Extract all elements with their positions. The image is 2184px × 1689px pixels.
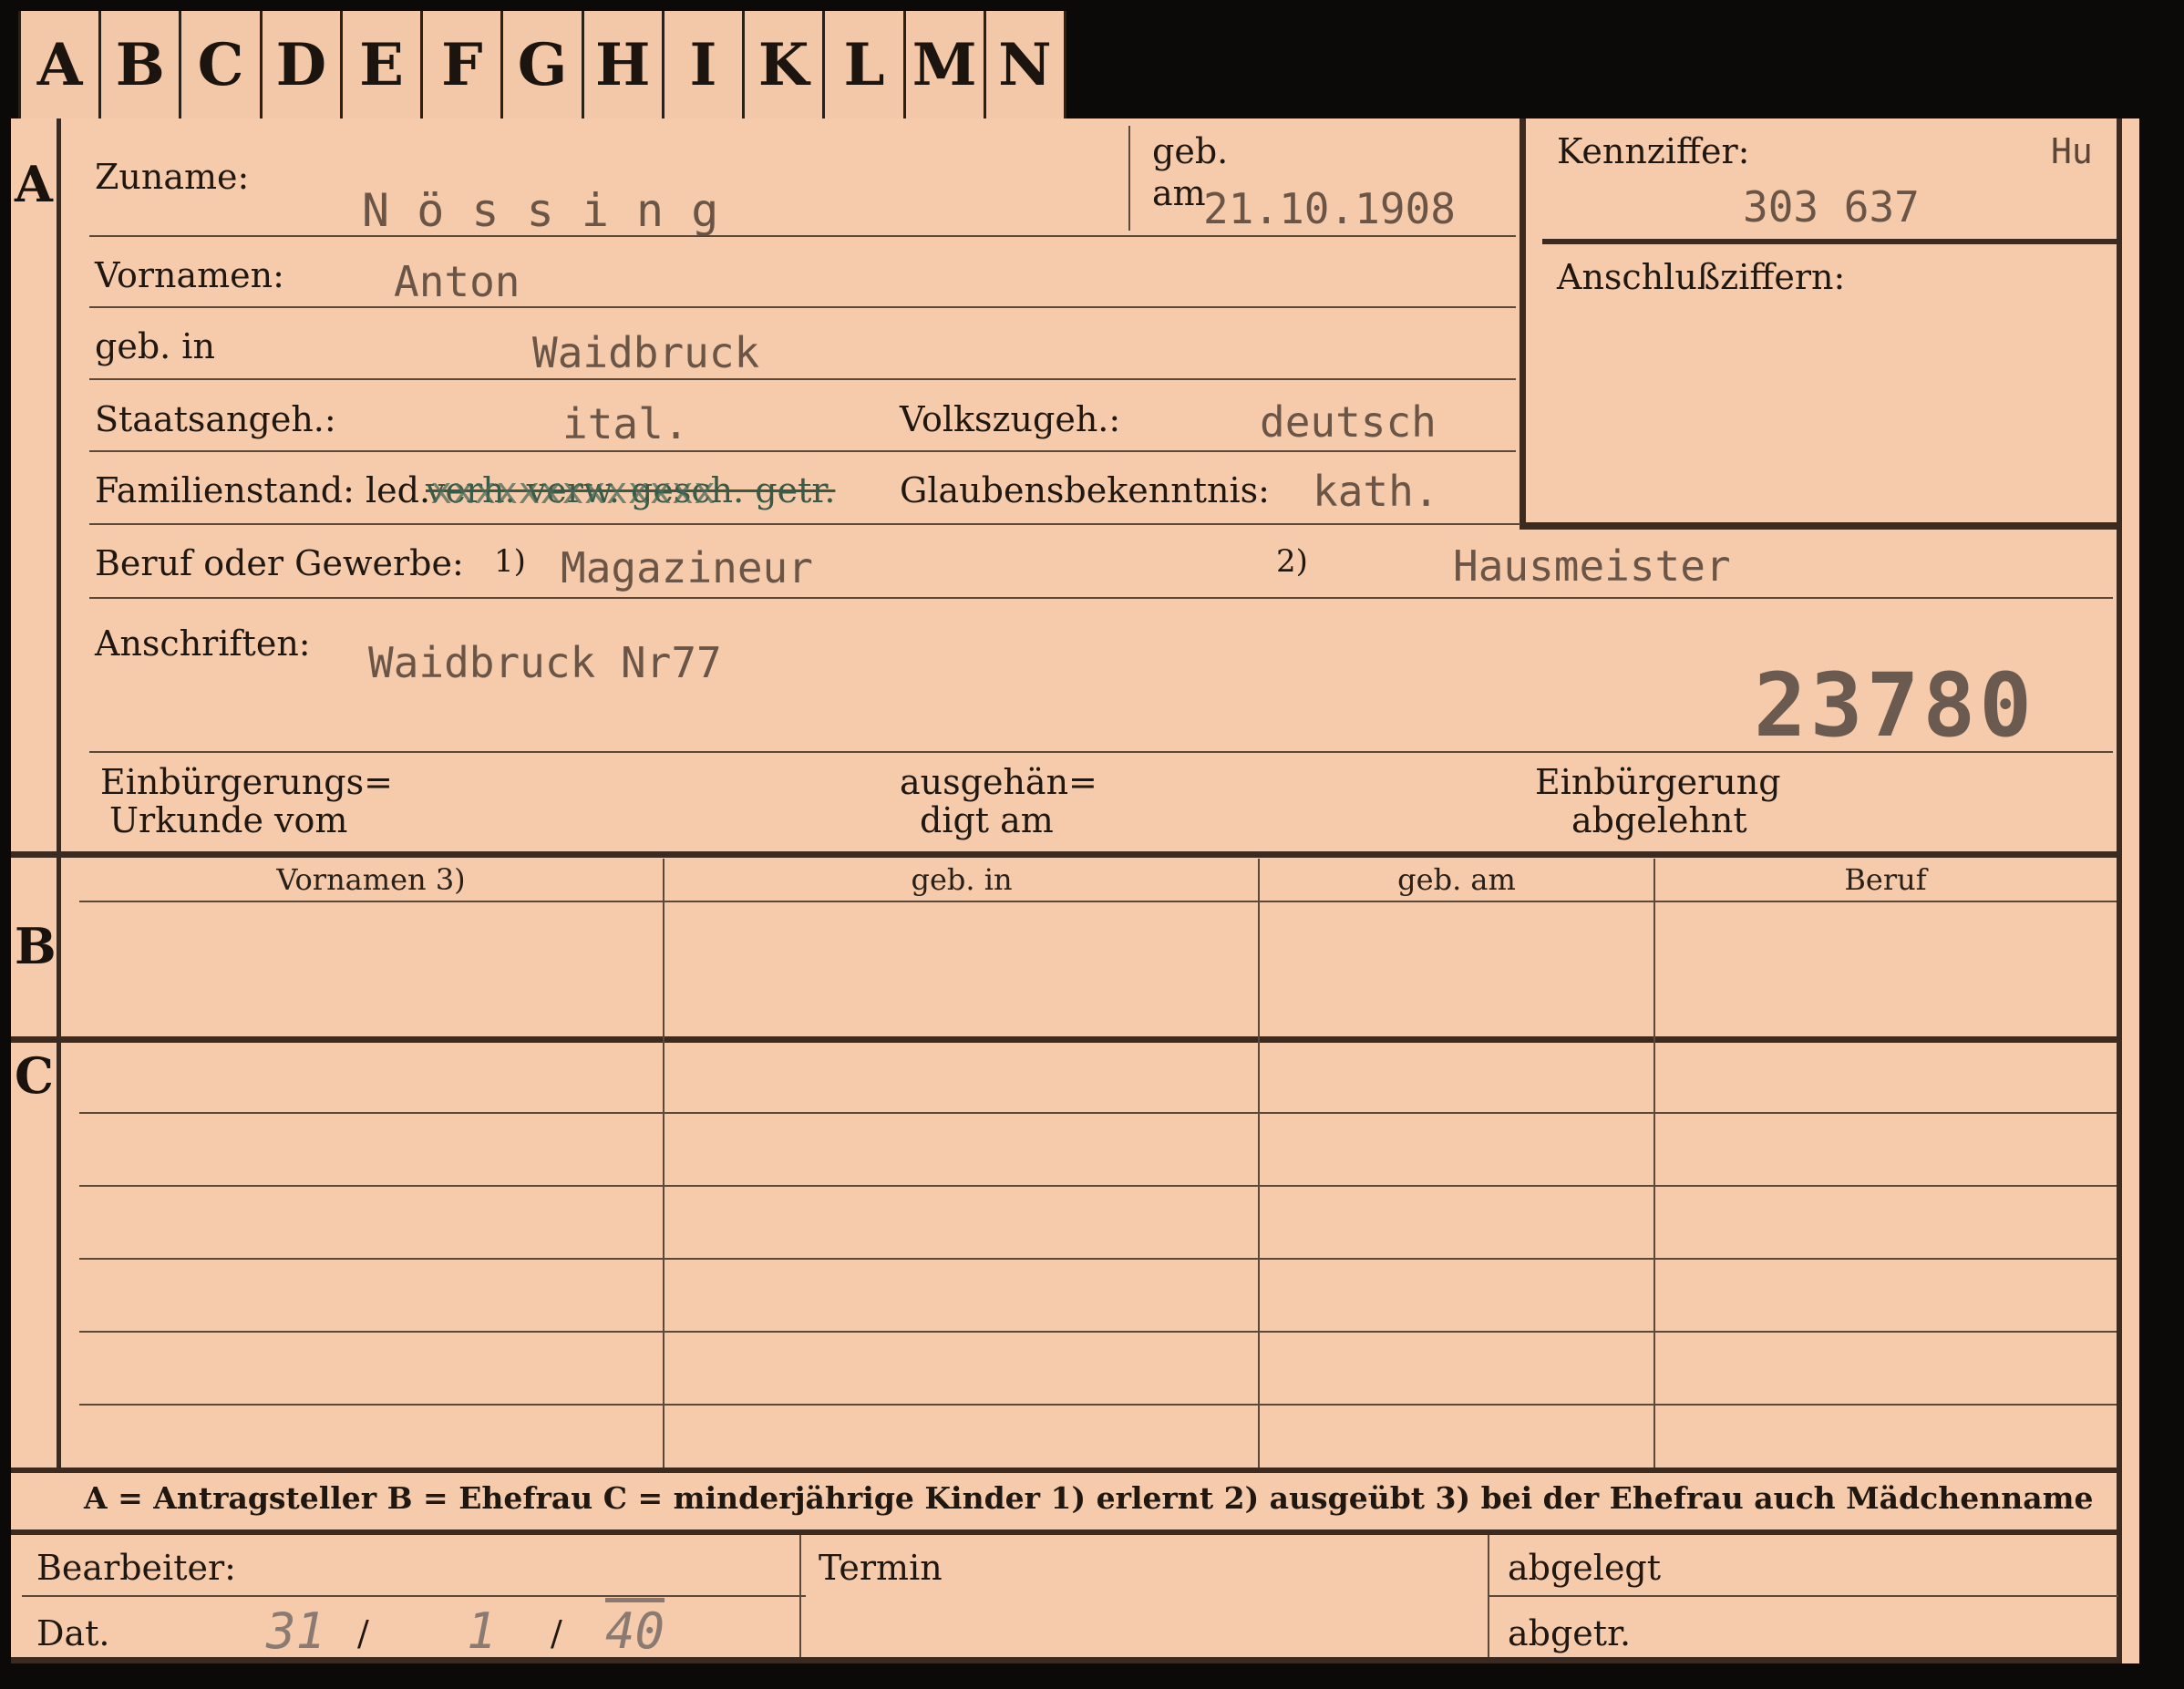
geb-am-label-1: geb. (1152, 131, 1229, 171)
einbuergerungsurkunde-label-1: Einbürgerungs= (100, 762, 393, 802)
dat-label: Dat. (36, 1613, 110, 1653)
ausgehaendigt-label-1: ausgehän= (900, 762, 1097, 802)
row-rule (89, 306, 1516, 308)
column-divider (663, 859, 664, 1468)
alphabet-tab-k[interactable]: K (745, 11, 826, 118)
legend-top-rule (11, 1468, 2122, 1473)
row-rule (89, 523, 1520, 525)
header-rule (79, 901, 2117, 902)
section-b-marker: B (15, 917, 57, 975)
familienstand-overtype: xxxxxxxxxxxxx (430, 470, 716, 512)
col-vornamen-header: Vornamen 3) (276, 862, 466, 897)
column-divider (1653, 859, 1655, 1468)
anschlussziffern-label: Anschlußziffern: (1557, 257, 1846, 297)
alphabet-tab-a[interactable]: A (18, 11, 102, 118)
kennziffer-box-left (1520, 118, 1526, 529)
kennziffer-separator (1542, 239, 2117, 244)
alphabet-tab-strip: ABCDEFGHIKLMN (18, 11, 1067, 118)
bottom-border (11, 1657, 2122, 1663)
col-geb-am-header: geb. am (1397, 862, 1516, 897)
alphabet-tab-n[interactable]: N (986, 11, 1067, 118)
row-rule (89, 450, 1516, 452)
table-row-rule (79, 1258, 2117, 1260)
section-b-top-rule (11, 851, 2122, 858)
row-rule (89, 751, 2113, 753)
vornamen-value: Anton (394, 257, 520, 306)
volkszugeh-label: Volkszugeh.: (900, 399, 1121, 439)
alphabet-tab-m[interactable]: M (906, 11, 986, 118)
anschriften-label: Anschriften: (95, 623, 311, 664)
einbuergerungsurkunde-label-2: Urkunde vom (109, 800, 348, 840)
alphabet-tab-l[interactable]: L (825, 11, 906, 118)
legend-text: A = Antragsteller B = Ehefrau C = minder… (84, 1480, 2094, 1516)
section-a-marker: A (15, 155, 53, 213)
table-row-rule (79, 1404, 2117, 1406)
section-c-marker: C (15, 1046, 54, 1105)
zuname-value: N ö s s i n g (362, 184, 719, 237)
table-row-rule (79, 1185, 2117, 1187)
beruf-footnote-1: 1) (494, 543, 526, 580)
alphabet-tab-f[interactable]: F (423, 11, 504, 118)
abgelegt-label: abgelegt (1508, 1548, 1662, 1588)
alphabet-tab-h[interactable]: H (584, 11, 664, 118)
vornamen-label: Vornamen: (95, 255, 284, 295)
beruf-label: Beruf oder Gewerbe: (95, 543, 464, 583)
footer-rule (22, 1595, 806, 1597)
einbuergerung-abgelehnt-label-1: Einbürgerung (1535, 762, 1781, 802)
ausgehaendigt-label-2: digt am (920, 800, 1054, 840)
footer-divider (799, 1535, 801, 1657)
beruf-footnote-2: 2) (1276, 543, 1308, 580)
col-geb-in-header: geb. in (911, 862, 1013, 897)
dat-day: 31 (266, 1602, 326, 1660)
geb-am-divider (1128, 126, 1130, 231)
column-divider (1258, 859, 1260, 1468)
dat-month: 1 (467, 1602, 497, 1660)
staatsangeh-value: ital. (562, 399, 689, 448)
col-beruf-header: Beruf (1844, 862, 1927, 897)
alphabet-tab-c[interactable]: C (181, 11, 263, 118)
glaubensbekenntnis-value: kath. (1313, 467, 1439, 516)
bearbeiter-label: Bearbeiter: (36, 1548, 236, 1588)
dat-year: 40 (605, 1602, 665, 1660)
table-row-rule (79, 1331, 2117, 1333)
dat-separator-1: / (357, 1613, 369, 1653)
right-border (2117, 118, 2122, 1663)
termin-label: Termin (819, 1548, 943, 1588)
footer-rule (1489, 1595, 2118, 1597)
abgetr-label: abgetr. (1508, 1613, 1632, 1653)
glaubensbekenntnis-label: Glaubensbekenntnis: (900, 470, 1270, 510)
zuname-label: Zuname: (95, 157, 250, 197)
section-c-top-rule (11, 1036, 2122, 1043)
kennziffer-value: 303 637 (1743, 182, 1920, 232)
registration-card: A Zuname: N ö s s i n g geb. am 21.10.19… (11, 118, 2139, 1663)
alphabet-tab-i[interactable]: I (664, 11, 746, 118)
kennziffer-label: Kennziffer: (1557, 131, 1750, 171)
staatsangeh-label: Staatsangeh.: (95, 399, 336, 439)
kennziffer-box-bottom (1520, 522, 2121, 530)
geb-am-label-2: am (1152, 173, 1206, 213)
familienstand-label: Familienstand: led. (95, 470, 431, 510)
left-margin-rule (57, 118, 61, 1468)
row-rule (89, 378, 1516, 380)
einbuergerung-abgelehnt-label-2: abgelehnt (1571, 800, 1747, 840)
alphabet-tab-e[interactable]: E (343, 11, 424, 118)
geb-in-label: geb. in (95, 326, 215, 366)
anschriften-value: Waidbruck Nr77 (368, 638, 722, 687)
beruf-value-1: Magazineur (561, 543, 813, 592)
geb-in-value: Waidbruck (532, 328, 760, 377)
legend-bottom-rule (11, 1529, 2122, 1535)
alphabet-tab-d[interactable]: D (263, 11, 343, 118)
alphabet-tab-b[interactable]: B (101, 11, 182, 118)
alphabet-tab-g[interactable]: G (503, 11, 584, 118)
volkszugeh-value: deutsch (1260, 397, 1437, 447)
row-rule (89, 235, 1516, 237)
table-row-rule (79, 1112, 2117, 1114)
geb-am-value: 21.10.1908 (1203, 184, 1456, 233)
beruf-value-2: Hausmeister (1453, 541, 1731, 591)
stamp-number: 23780 (1754, 654, 2035, 757)
row-rule (89, 597, 2113, 599)
dat-separator-2: / (551, 1613, 562, 1653)
kennziffer-suffix: Hu (2051, 131, 2093, 171)
